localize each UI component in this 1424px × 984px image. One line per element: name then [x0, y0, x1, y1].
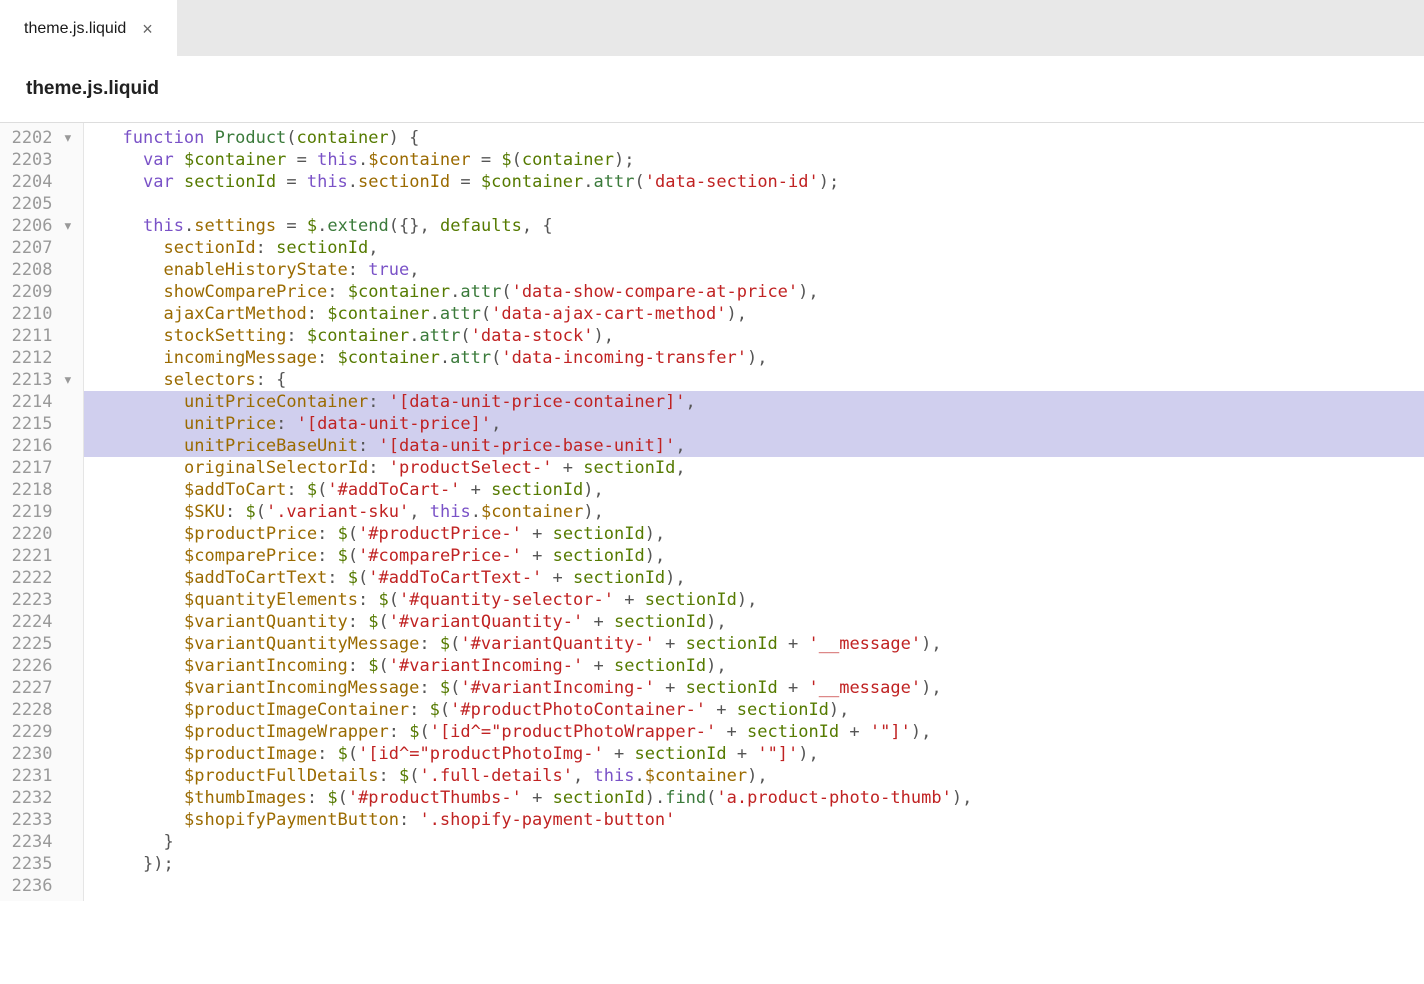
code-line[interactable]: ajaxCartMethod: $container.attr('data-aj… [84, 303, 1424, 325]
line-number: 2223 [0, 589, 83, 611]
line-number: 2221 [0, 545, 83, 567]
code-line[interactable]: $comparePrice: $('#comparePrice-' + sect… [84, 545, 1424, 567]
line-number: 2234 [0, 831, 83, 853]
line-number: 2213 ▾ [0, 369, 83, 391]
code-line[interactable]: $productImage: $('[id^="productPhotoImg-… [84, 743, 1424, 765]
line-number: 2226 [0, 655, 83, 677]
line-number: 2202 ▾ [0, 127, 83, 149]
code-line[interactable]: originalSelectorId: 'productSelect-' + s… [84, 457, 1424, 479]
code-line[interactable]: var $container = this.$container = $(con… [84, 149, 1424, 171]
line-number: 2212 [0, 347, 83, 369]
code-line[interactable]: stockSetting: $container.attr('data-stoc… [84, 325, 1424, 347]
code-line[interactable]: unitPrice: '[data-unit-price]', [84, 413, 1424, 435]
code-line[interactable]: } [84, 831, 1424, 853]
code-line[interactable]: function Product(container) { [84, 127, 1424, 149]
line-number: 2220 [0, 523, 83, 545]
code-line[interactable]: incomingMessage: $container.attr('data-i… [84, 347, 1424, 369]
code-line[interactable]: $addToCartText: $('#addToCartText-' + se… [84, 567, 1424, 589]
tab-bar: theme.js.liquid × [0, 0, 1424, 56]
code-line[interactable]: selectors: { [84, 369, 1424, 391]
line-number: 2207 [0, 237, 83, 259]
tab-theme-js-liquid[interactable]: theme.js.liquid × [0, 0, 177, 56]
line-number: 2236 [0, 875, 83, 897]
line-number: 2214 [0, 391, 83, 413]
line-number: 2204 [0, 171, 83, 193]
code-area[interactable]: function Product(container) { var $conta… [84, 123, 1424, 901]
code-line[interactable]: unitPriceBaseUnit: '[data-unit-price-bas… [84, 435, 1424, 457]
line-number: 2209 [0, 281, 83, 303]
line-number: 2215 [0, 413, 83, 435]
code-line[interactable]: this.settings = $.extend({}, defaults, { [84, 215, 1424, 237]
filename-header: theme.js.liquid [0, 56, 1424, 122]
line-number: 2230 [0, 743, 83, 765]
code-editor[interactable]: 2202 ▾2203 2204 2205 2206 ▾2207 2208 220… [0, 122, 1424, 901]
line-number: 2232 [0, 787, 83, 809]
line-gutter: 2202 ▾2203 2204 2205 2206 ▾2207 2208 220… [0, 123, 84, 901]
code-line[interactable]: }); [84, 853, 1424, 875]
line-number: 2210 [0, 303, 83, 325]
line-number: 2222 [0, 567, 83, 589]
line-number: 2235 [0, 853, 83, 875]
line-number: 2205 [0, 193, 83, 215]
code-line[interactable]: $shopifyPaymentButton: '.shopify-payment… [84, 809, 1424, 831]
line-number: 2217 [0, 457, 83, 479]
line-number: 2228 [0, 699, 83, 721]
tab-label: theme.js.liquid [24, 20, 126, 38]
close-icon[interactable]: × [142, 20, 153, 38]
line-number: 2218 [0, 479, 83, 501]
code-line[interactable]: $productImageContainer: $('#productPhoto… [84, 699, 1424, 721]
line-number: 2206 ▾ [0, 215, 83, 237]
line-number: 2203 [0, 149, 83, 171]
line-number: 2216 [0, 435, 83, 457]
line-number: 2211 [0, 325, 83, 347]
code-line[interactable]: enableHistoryState: true, [84, 259, 1424, 281]
filename: theme.js.liquid [26, 78, 159, 99]
line-number: 2227 [0, 677, 83, 699]
line-number: 2225 [0, 633, 83, 655]
code-line[interactable]: sectionId: sectionId, [84, 237, 1424, 259]
code-line[interactable]: $variantIncoming: $('#variantIncoming-' … [84, 655, 1424, 677]
line-number: 2231 [0, 765, 83, 787]
code-line[interactable] [84, 875, 1424, 897]
code-line[interactable]: $productFullDetails: $('.full-details', … [84, 765, 1424, 787]
code-line[interactable]: $quantityElements: $('#quantity-selector… [84, 589, 1424, 611]
code-line[interactable]: $addToCart: $('#addToCart-' + sectionId)… [84, 479, 1424, 501]
code-line[interactable]: $SKU: $('.variant-sku', this.$container)… [84, 501, 1424, 523]
code-line[interactable]: $variantIncomingMessage: $('#variantInco… [84, 677, 1424, 699]
code-line[interactable]: $productImageWrapper: $('[id^="productPh… [84, 721, 1424, 743]
line-number: 2224 [0, 611, 83, 633]
code-line[interactable]: showComparePrice: $container.attr('data-… [84, 281, 1424, 303]
line-number: 2219 [0, 501, 83, 523]
code-line[interactable]: $productPrice: $('#productPrice-' + sect… [84, 523, 1424, 545]
code-line[interactable]: $thumbImages: $('#productThumbs-' + sect… [84, 787, 1424, 809]
line-number: 2233 [0, 809, 83, 831]
code-line[interactable]: unitPriceContainer: '[data-unit-price-co… [84, 391, 1424, 413]
line-number: 2229 [0, 721, 83, 743]
code-line[interactable] [84, 193, 1424, 215]
code-line[interactable]: var sectionId = this.sectionId = $contai… [84, 171, 1424, 193]
code-line[interactable]: $variantQuantity: $('#variantQuantity-' … [84, 611, 1424, 633]
line-number: 2208 [0, 259, 83, 281]
code-line[interactable]: $variantQuantityMessage: $('#variantQuan… [84, 633, 1424, 655]
